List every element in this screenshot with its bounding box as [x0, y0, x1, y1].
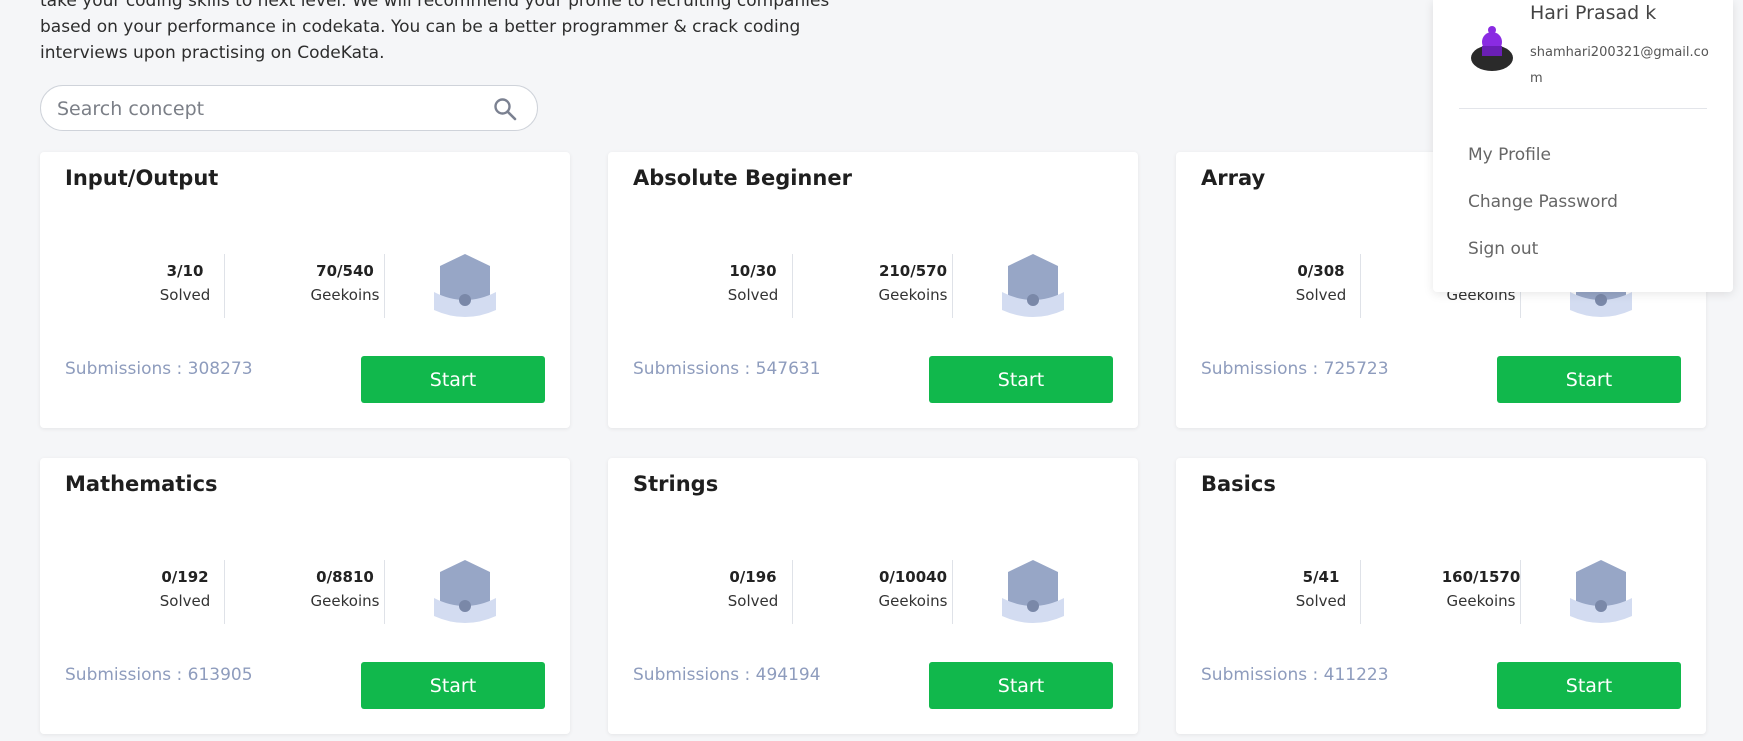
- solved-value: 0/308: [1297, 262, 1345, 280]
- submissions-count: Submissions : 725723: [1201, 359, 1389, 379]
- solved-stat: 10/30 Solved: [678, 262, 828, 304]
- submissions-count: Submissions : 308273: [65, 359, 253, 379]
- menu-divider: [1459, 108, 1707, 109]
- topic-card: Basics 5/41 Solved 160/1570 Geekoins Sub…: [1176, 458, 1706, 734]
- geekoins-label: Geekoins: [878, 286, 948, 304]
- divider: [1360, 254, 1361, 318]
- geekoins-stat: 0/8810 Geekoins: [270, 568, 420, 610]
- topic-card: Mathematics 0/192 Solved 0/8810 Geekoins…: [40, 458, 570, 734]
- start-button[interactable]: Start: [361, 662, 545, 709]
- divider: [792, 254, 793, 318]
- search-input[interactable]: [55, 86, 479, 132]
- start-button[interactable]: Start: [1497, 662, 1681, 709]
- topic-title: Strings: [633, 472, 719, 496]
- divider: [224, 560, 225, 624]
- badge-icon: [1570, 560, 1632, 623]
- solved-label: Solved: [727, 286, 779, 304]
- user-name: Hari Prasad k: [1530, 2, 1657, 24]
- geekoins-value: 210/570: [878, 262, 948, 280]
- solved-stat: 0/196 Solved: [678, 568, 828, 610]
- solved-label: Solved: [1295, 592, 1347, 610]
- menu-item-sign-out[interactable]: Sign out: [1468, 239, 1538, 259]
- divider: [792, 560, 793, 624]
- submissions-count: Submissions : 411223: [1201, 665, 1389, 685]
- solved-stat: 0/308 Solved: [1246, 262, 1396, 304]
- geekoins-label: Geekoins: [1446, 592, 1516, 610]
- solved-label: Solved: [159, 286, 211, 304]
- page-intro-text: take your coding skills to next level. W…: [40, 0, 830, 63]
- badge-icon: [434, 560, 496, 623]
- geekoins-label: Geekoins: [878, 592, 948, 610]
- start-button[interactable]: Start: [929, 356, 1113, 403]
- solved-value: 0/192: [161, 568, 209, 586]
- divider: [1360, 560, 1361, 624]
- topic-title: Array: [1201, 166, 1266, 190]
- solved-label: Solved: [1295, 286, 1347, 304]
- divider: [384, 254, 385, 318]
- solved-value: 5/41: [1302, 568, 1340, 586]
- geekoins-stat: 160/1570 Geekoins: [1406, 568, 1556, 610]
- solved-stat: 0/192 Solved: [110, 568, 260, 610]
- solved-value: 10/30: [729, 262, 777, 280]
- search-box[interactable]: [40, 85, 538, 132]
- geekoins-stat: 0/10040 Geekoins: [838, 568, 988, 610]
- badge-icon: [1002, 560, 1064, 623]
- topic-title: Mathematics: [65, 472, 218, 496]
- solved-value: 3/10: [166, 262, 204, 280]
- geekoins-value: 70/540: [316, 262, 374, 280]
- user-email: shamhari200321@gmail.com: [1530, 45, 1709, 86]
- divider: [1520, 560, 1521, 624]
- geekoins-stat: 210/570 Geekoins: [838, 262, 988, 304]
- menu-item-my-profile[interactable]: My Profile: [1468, 145, 1551, 165]
- start-button[interactable]: Start: [1497, 356, 1681, 403]
- submissions-count: Submissions : 613905: [65, 665, 253, 685]
- avatar-icon: [1471, 26, 1513, 71]
- solved-stat: 3/10 Solved: [110, 262, 260, 304]
- divider: [224, 254, 225, 318]
- badge-icon: [1002, 254, 1064, 317]
- topic-title: Absolute Beginner: [633, 166, 852, 190]
- solved-label: Solved: [727, 592, 779, 610]
- start-button[interactable]: Start: [929, 662, 1113, 709]
- divider: [952, 254, 953, 318]
- badge-icon: [434, 254, 496, 317]
- user-dropdown-menu: Hari Prasad k shamhari200321@gmail.com M…: [1433, 0, 1733, 292]
- solved-label: Solved: [159, 592, 211, 610]
- divider: [384, 560, 385, 624]
- geekoins-value: 160/1570: [1441, 568, 1521, 586]
- topic-title: Input/Output: [65, 166, 219, 190]
- topic-title: Basics: [1201, 472, 1276, 496]
- geekoins-value: 0/8810: [316, 568, 374, 586]
- geekoins-label: Geekoins: [310, 286, 380, 304]
- topic-card: Absolute Beginner 10/30 Solved 210/570 G…: [608, 152, 1138, 428]
- menu-item-change-password[interactable]: Change Password: [1468, 192, 1618, 212]
- submissions-count: Submissions : 547631: [633, 359, 821, 379]
- solved-stat: 5/41 Solved: [1246, 568, 1396, 610]
- divider: [952, 560, 953, 624]
- topic-card: Strings 0/196 Solved 0/10040 Geekoins Su…: [608, 458, 1138, 734]
- start-button[interactable]: Start: [361, 356, 545, 403]
- geekoins-label: Geekoins: [310, 592, 380, 610]
- geekoins-stat: 70/540 Geekoins: [270, 262, 420, 304]
- topic-card: Input/Output 3/10 Solved 70/540 Geekoins…: [40, 152, 570, 428]
- geekoins-value: 0/10040: [878, 568, 948, 586]
- submissions-count: Submissions : 494194: [633, 665, 821, 685]
- solved-value: 0/196: [729, 568, 777, 586]
- search-icon[interactable]: [493, 97, 517, 121]
